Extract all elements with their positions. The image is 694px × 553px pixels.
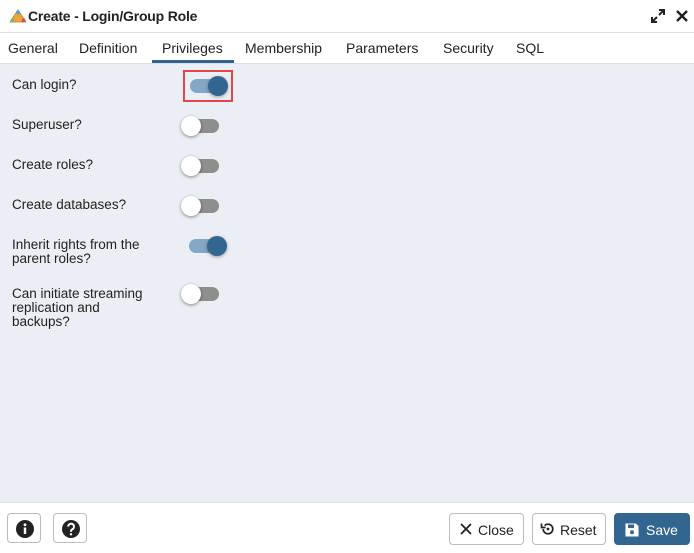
reset-icon [540, 523, 554, 535]
tab-security[interactable]: Security [443, 40, 494, 56]
tab-membership[interactable]: Membership [245, 40, 322, 56]
replication-label-line-1: Can initiate streaming [12, 286, 143, 301]
tab-sql[interactable]: SQL [516, 40, 544, 56]
toggle-knob [181, 284, 201, 304]
reset-button[interactable]: Reset [532, 513, 606, 545]
toggle-knob [181, 116, 201, 136]
create-databases-label: Create databases? [12, 197, 127, 212]
close-button[interactable]: Close [449, 513, 524, 545]
close-icon[interactable] [674, 8, 690, 24]
tab-general[interactable]: General [8, 40, 58, 56]
toggle-knob [207, 236, 227, 256]
replication-label-line-3: backups? [12, 314, 70, 329]
create-roles-label: Create roles? [12, 157, 94, 172]
tab-parameters[interactable]: Parameters [346, 40, 418, 56]
highlight-box [183, 70, 233, 102]
privileges-panel [0, 64, 694, 502]
inherit-rights-label-line-2: parent roles? [12, 251, 91, 266]
create-login-group-role-dialog: Create - Login/Group Role General Defini… [0, 0, 694, 553]
info-button[interactable] [7, 513, 41, 543]
superuser-label: Superuser? [12, 117, 82, 132]
toggle-knob [181, 156, 201, 176]
replication-label-line-2: replication and [12, 300, 100, 315]
tab-privileges[interactable]: Privileges [162, 40, 223, 56]
tab-definition[interactable]: Definition [79, 40, 137, 56]
save-button[interactable]: Save [614, 513, 690, 545]
save-icon [625, 523, 639, 537]
toggle-knob [181, 196, 201, 216]
info-icon [16, 520, 34, 538]
help-icon [62, 520, 80, 538]
expand-icon[interactable] [650, 8, 666, 24]
close-button-label: Close [478, 522, 514, 538]
title-bar: Create - Login/Group Role [0, 0, 694, 33]
tab-bar: General Definition Privileges Membership… [0, 33, 694, 64]
dialog-title: Create - Login/Group Role [28, 8, 198, 24]
active-tab-indicator [152, 60, 234, 63]
help-button[interactable] [53, 513, 87, 543]
can-login-label: Can login? [12, 77, 77, 92]
save-button-label: Save [646, 522, 678, 538]
dialog-footer: Close Reset Save [0, 502, 694, 553]
pgadmin-role-icon [9, 9, 27, 23]
close-icon [460, 523, 472, 535]
inherit-rights-label-line-1: Inherit rights from the [12, 237, 140, 252]
reset-button-label: Reset [560, 522, 597, 538]
